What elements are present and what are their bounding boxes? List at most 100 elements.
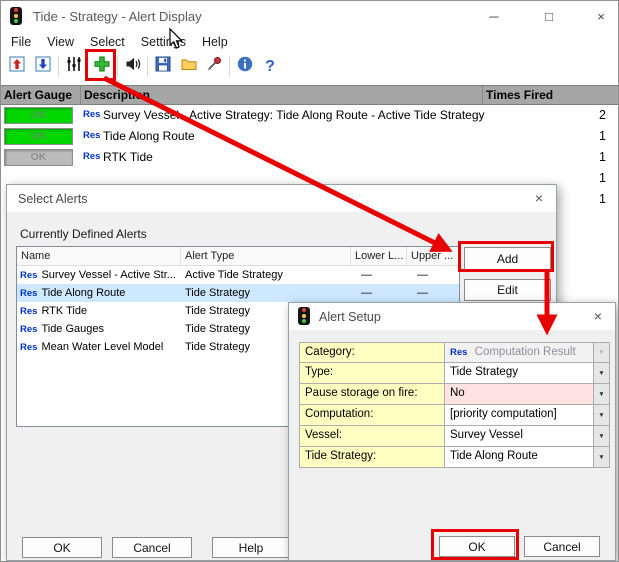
help-button[interactable]: ? bbox=[258, 53, 282, 80]
computation-select[interactable]: [priority computation] ▼ bbox=[445, 405, 610, 426]
close-button[interactable]: × bbox=[590, 7, 612, 27]
info-button[interactable] bbox=[233, 53, 257, 80]
toolbar: ? bbox=[1, 52, 618, 82]
alert-row[interactable]: OK Res Survey Vessel - Active Strategy: … bbox=[1, 105, 619, 126]
folder-icon bbox=[180, 55, 198, 78]
alert-setup-dialog: Alert Setup × Category: Res Computation … bbox=[288, 302, 616, 561]
times-fired-value: 2 bbox=[599, 105, 606, 126]
column-header-lower-limit[interactable]: Lower L... bbox=[351, 247, 407, 265]
category-value: Computation Result bbox=[475, 346, 576, 358]
question-mark-icon: ? bbox=[265, 58, 275, 76]
add-button[interactable]: Add bbox=[464, 247, 551, 270]
times-fired-value: 1 bbox=[599, 189, 606, 210]
window-up-arrow-icon bbox=[8, 55, 26, 78]
help-button[interactable]: Help bbox=[212, 537, 290, 558]
upper-limit: — bbox=[407, 287, 459, 299]
res-tag: Res bbox=[83, 109, 100, 120]
upper-limit: — bbox=[407, 269, 459, 281]
menu-settings[interactable]: Settings bbox=[133, 31, 194, 53]
display-up-button[interactable] bbox=[5, 53, 29, 80]
sound-button[interactable] bbox=[121, 53, 145, 80]
dialog-title: Alert Setup bbox=[319, 310, 381, 324]
field-label-computation: Computation: bbox=[299, 405, 445, 426]
info-icon bbox=[236, 55, 254, 78]
add-alert-button[interactable] bbox=[90, 53, 114, 80]
menubar: File View Select Settings Help bbox=[3, 31, 236, 53]
column-header-times-fired[interactable]: Times Fired bbox=[483, 86, 619, 104]
chevron-down-icon[interactable]: ▼ bbox=[593, 426, 609, 446]
filter-settings-button[interactable] bbox=[62, 53, 86, 80]
res-tag: Res bbox=[20, 342, 37, 353]
res-tag: Res bbox=[83, 151, 100, 162]
times-fired-value: 1 bbox=[599, 168, 606, 189]
traffic-light-icon bbox=[10, 7, 22, 25]
menu-file[interactable]: File bbox=[3, 31, 39, 53]
column-header-upper-limit[interactable]: Upper ... bbox=[407, 247, 459, 265]
traffic-light-icon bbox=[298, 307, 310, 325]
column-header-description[interactable]: Description bbox=[81, 86, 483, 104]
type-select[interactable]: Tide Strategy ▼ bbox=[445, 363, 610, 384]
status-badge: OK bbox=[4, 128, 73, 145]
alert-type: Active Tide Strategy bbox=[181, 269, 351, 281]
display-down-button[interactable] bbox=[31, 53, 55, 80]
pause-storage-value: No bbox=[450, 387, 465, 399]
green-plus-icon bbox=[93, 55, 111, 78]
field-label-vessel: Vessel: bbox=[299, 426, 445, 447]
chevron-down-icon[interactable]: ▼ bbox=[593, 384, 609, 404]
window-title: Tide - Strategy - Alert Display bbox=[33, 9, 202, 24]
edit-button[interactable]: Edit bbox=[464, 279, 551, 301]
close-icon[interactable]: × bbox=[527, 189, 551, 208]
column-header-name[interactable]: Name bbox=[17, 247, 181, 265]
list-item-selected[interactable]: ResTide Along Route Tide Strategy — — bbox=[17, 284, 459, 302]
lower-limit: — bbox=[351, 287, 407, 299]
alert-name: Tide Along Route bbox=[41, 287, 125, 299]
save-button[interactable] bbox=[151, 53, 175, 80]
chevron-down-icon[interactable]: ▼ bbox=[593, 343, 609, 362]
alert-setup-form: Category: Res Computation Result ▼ Type:… bbox=[299, 342, 610, 468]
status-badge: OK bbox=[4, 149, 73, 166]
field-label-type: Type: bbox=[299, 363, 445, 384]
sliders-icon bbox=[65, 55, 83, 78]
times-fired-value: 1 bbox=[599, 147, 606, 168]
alert-row[interactable]: OK Res RTK Tide 1 bbox=[1, 147, 619, 168]
chevron-down-icon[interactable]: ▼ bbox=[593, 447, 609, 467]
open-folder-button[interactable] bbox=[177, 53, 201, 80]
vessel-select[interactable]: Survey Vessel ▼ bbox=[445, 426, 610, 447]
alert-row[interactable]: OK Res Tide Along Route 1 bbox=[1, 126, 619, 147]
pin-alert-button[interactable] bbox=[202, 53, 226, 80]
speaker-icon bbox=[124, 55, 142, 78]
category-select[interactable]: Res Computation Result ▼ bbox=[445, 342, 610, 363]
cancel-button[interactable]: Cancel bbox=[112, 537, 192, 558]
lower-limit: — bbox=[351, 269, 407, 281]
field-label-category: Category: bbox=[299, 342, 445, 363]
times-fired-value: 1 bbox=[599, 126, 606, 147]
alert-table-header: Alert Gauge Description Times Fired bbox=[1, 85, 619, 105]
vessel-value: Survey Vessel bbox=[450, 429, 523, 441]
chevron-down-icon[interactable]: ▼ bbox=[593, 405, 609, 425]
alert-description: Tide Along Route bbox=[103, 126, 195, 147]
menu-select[interactable]: Select bbox=[82, 31, 133, 53]
ok-button[interactable]: OK bbox=[439, 536, 515, 557]
res-tag: Res bbox=[83, 130, 100, 141]
res-tag: Res bbox=[450, 347, 467, 358]
list-item[interactable]: ResSurvey Vessel - Active Str... Active … bbox=[17, 266, 459, 284]
window-down-arrow-icon bbox=[34, 55, 52, 78]
chevron-down-icon[interactable]: ▼ bbox=[593, 363, 609, 383]
tide-strategy-select[interactable]: Tide Along Route ▼ bbox=[445, 447, 610, 468]
column-header-alert-type[interactable]: Alert Type bbox=[181, 247, 351, 265]
ok-button[interactable]: OK bbox=[22, 537, 102, 558]
minimize-button[interactable]: ─ bbox=[483, 7, 505, 27]
maximize-button[interactable]: □ bbox=[538, 7, 560, 27]
tide-strategy-value: Tide Along Route bbox=[450, 450, 538, 462]
menu-view[interactable]: View bbox=[39, 31, 82, 53]
res-tag: Res bbox=[20, 324, 37, 335]
alert-name: Mean Water Level Model bbox=[41, 341, 163, 353]
column-header-alert-gauge[interactable]: Alert Gauge bbox=[1, 86, 81, 104]
alert-name: RTK Tide bbox=[41, 305, 87, 317]
close-icon[interactable]: × bbox=[586, 307, 610, 326]
cancel-button[interactable]: Cancel bbox=[524, 536, 600, 557]
alert-display-window: Tide - Strategy - Alert Display ─ □ × Fi… bbox=[0, 0, 619, 562]
pause-storage-select[interactable]: No ▼ bbox=[445, 384, 610, 405]
menu-help[interactable]: Help bbox=[194, 31, 236, 53]
field-label-tide-strategy: Tide Strategy: bbox=[299, 447, 445, 468]
